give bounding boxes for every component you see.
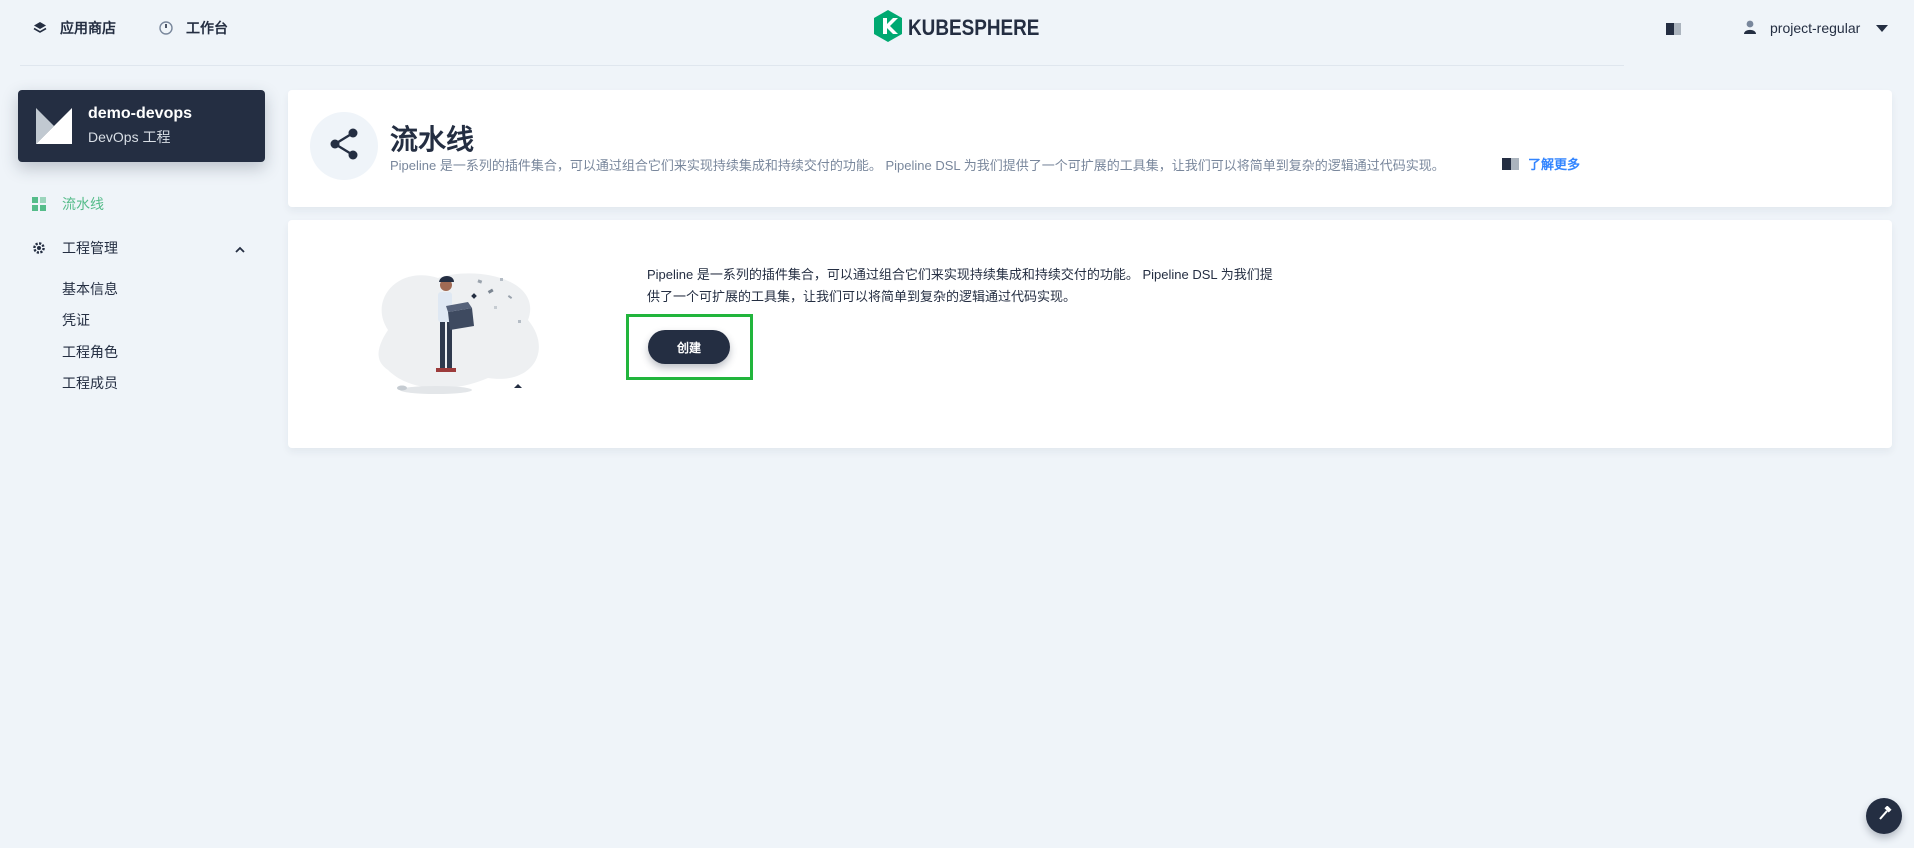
brand-name: KUBESPHERE	[908, 15, 1040, 40]
sidebar-item-basic-info[interactable]: 基本信息	[62, 279, 118, 299]
sidebar-group-label: 工程管理	[62, 240, 118, 256]
project-selector[interactable]: demo-devops DevOps 工程	[18, 90, 265, 162]
sidebar-group-management[interactable]: 工程管理	[32, 238, 118, 258]
sidebar-item-credentials[interactable]: 凭证	[62, 310, 90, 330]
layers-icon	[32, 20, 48, 36]
page-banner: 流水线 Pipeline 是一系列的插件集合，可以通过组合它们来实现持续集成和持…	[288, 90, 1892, 207]
sidebar-item-pipeline[interactable]: 流水线	[32, 194, 104, 214]
learn-more-link[interactable]: 了解更多	[1502, 154, 1580, 173]
hammer-icon	[1876, 804, 1892, 827]
app-store-link[interactable]: 应用商店	[32, 0, 116, 56]
gear-icon	[32, 241, 46, 255]
project-info: demo-devops DevOps 工程	[88, 105, 192, 147]
sidebar-item-label: 流水线	[62, 196, 104, 212]
kubesphere-logo-icon	[874, 9, 902, 47]
sidebar-item-project-roles[interactable]: 工程角色	[62, 342, 118, 362]
project-type: DevOps 工程	[88, 129, 171, 145]
project-logo-icon	[36, 108, 72, 144]
sidebar-item-project-members[interactable]: 工程成员	[62, 373, 118, 393]
project-name: demo-devops	[88, 105, 193, 122]
top-navigation-bar: 应用商店 工作台 KUBESPHERE project-regular	[0, 0, 1914, 66]
workbench-label: 工作台	[186, 20, 228, 36]
empty-state-line-1: Pipeline 是一系列的插件集合，可以通过组合它们来实现持续集成和持续交付的…	[647, 267, 1273, 282]
create-button[interactable]: 创建	[648, 330, 730, 364]
empty-state-description: Pipeline 是一系列的插件集合，可以通过组合它们来实现持续集成和持续交付的…	[647, 264, 1307, 308]
empty-state-line-2: 供了一个可扩展的工具集，让我们可以将简单到复杂的逻辑通过代码实现。	[647, 289, 1077, 304]
page-description: Pipeline 是一系列的插件集合，可以通过组合它们来实现持续集成和持续交付的…	[390, 158, 1445, 173]
page-title: 流水线	[390, 123, 475, 156]
username: project-regular	[1770, 20, 1861, 36]
app-store-label: 应用商店	[60, 20, 116, 36]
learn-more-label: 了解更多	[1528, 157, 1581, 172]
empty-box-illustration	[368, 260, 548, 400]
share-nodes-icon	[327, 127, 361, 166]
chevron-up-icon[interactable]	[234, 243, 246, 255]
book-icon[interactable]	[1666, 22, 1682, 36]
dashboard-icon	[158, 20, 174, 36]
book-icon	[1502, 157, 1520, 171]
pipeline-icon	[32, 197, 46, 211]
user-menu[interactable]: project-regular	[1744, 0, 1889, 56]
empty-state-card: Pipeline 是一系列的插件集合，可以通过组合它们来实现持续集成和持续交付的…	[288, 220, 1892, 448]
header-divider	[20, 65, 1624, 66]
user-icon	[1744, 20, 1756, 37]
workbench-link[interactable]: 工作台	[158, 0, 228, 56]
brand-logo[interactable]: KUBESPHERE	[874, 9, 1061, 47]
banner-icon-circle	[310, 112, 378, 180]
chevron-down-icon	[1876, 24, 1889, 32]
toolbox-button[interactable]	[1866, 798, 1902, 834]
